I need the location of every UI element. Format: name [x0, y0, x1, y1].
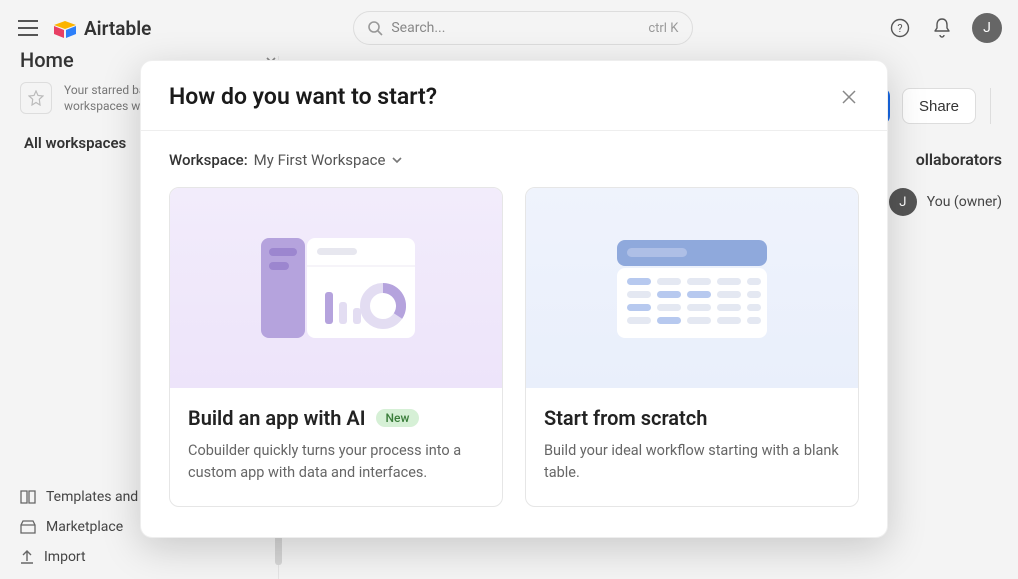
workspace-label: Workspace: — [169, 151, 248, 169]
card-scratch-illustration — [526, 188, 858, 388]
new-badge: New — [376, 409, 420, 427]
workspace-selector[interactable]: Workspace: My First Workspace — [169, 151, 859, 169]
card-ai-desc: Cobuilder quickly turns your process int… — [188, 440, 484, 484]
card-ai-title: Build an app with AI — [188, 406, 366, 430]
card-build-ai[interactable]: Build an app with AI New Cobuilder quick… — [169, 187, 503, 507]
card-scratch-desc: Build your ideal workflow starting with … — [544, 440, 840, 484]
modal-title: How do you want to start? — [169, 83, 437, 110]
card-scratch-title: Start from scratch — [544, 406, 707, 430]
close-icon[interactable] — [839, 87, 859, 107]
chevron-down-icon — [391, 154, 403, 166]
card-ai-illustration — [170, 188, 502, 388]
start-modal: How do you want to start? Workspace: My … — [140, 60, 888, 538]
card-scratch[interactable]: Start from scratch Build your ideal work… — [525, 187, 859, 507]
workspace-name: My First Workspace — [254, 151, 386, 169]
